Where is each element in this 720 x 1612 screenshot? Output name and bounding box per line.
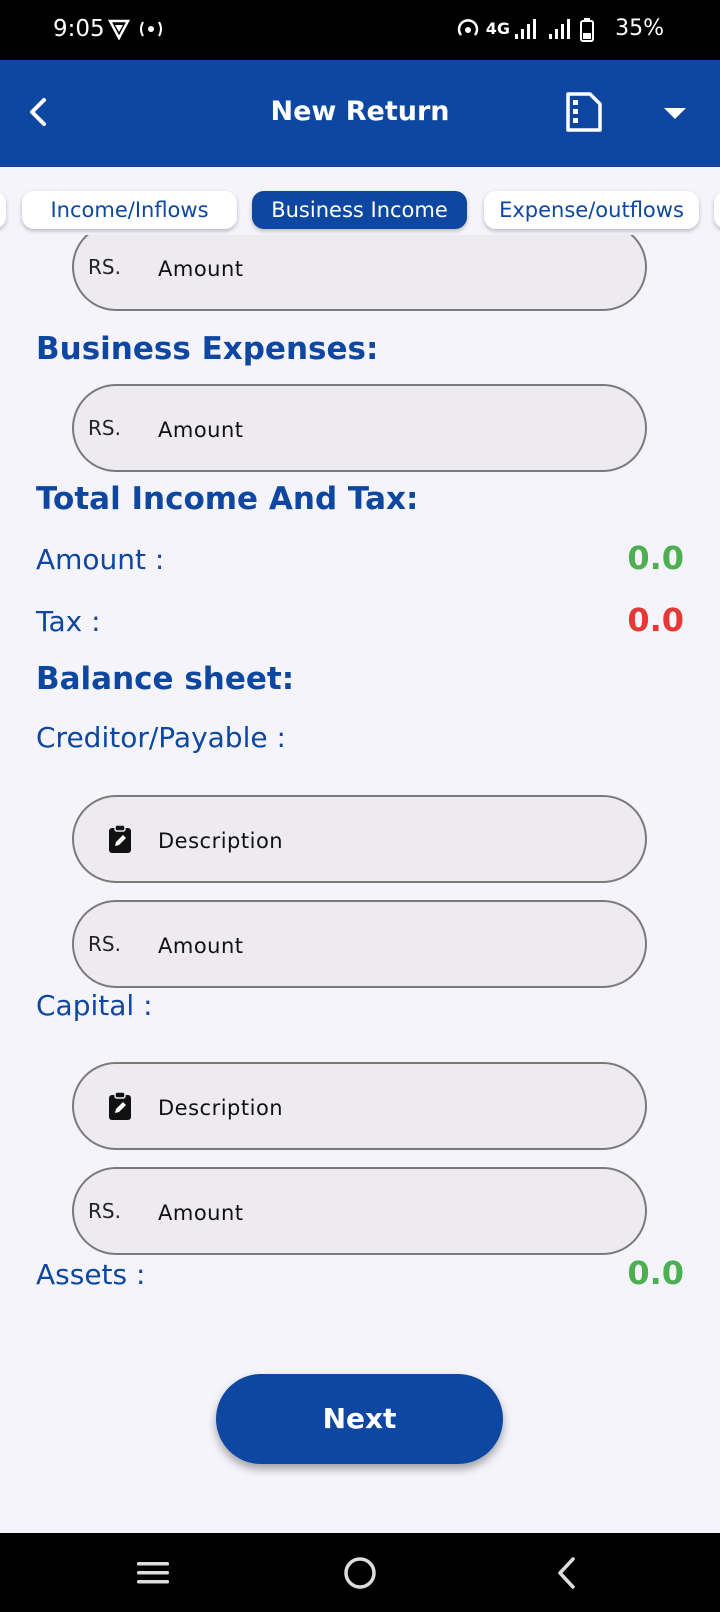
tab-partial-left[interactable] xyxy=(0,191,6,229)
battery-icon xyxy=(580,18,594,42)
tax-value: 0.0 xyxy=(627,601,684,639)
tab-business-income[interactable]: Business Income xyxy=(252,191,467,229)
amount-input[interactable]: Amount xyxy=(158,418,244,442)
amount-input[interactable]: Amount xyxy=(158,934,244,958)
document-icon[interactable] xyxy=(564,90,604,134)
back-nav-icon[interactable] xyxy=(546,1551,590,1595)
signal-icon xyxy=(515,19,536,39)
total-amount-label: Amount : xyxy=(36,543,165,576)
clipboard-edit-icon xyxy=(109,1091,131,1120)
next-button[interactable]: Next xyxy=(216,1374,503,1464)
dropdown-arrow-icon[interactable] xyxy=(660,98,690,128)
currency-prefix: RS. xyxy=(88,932,121,956)
system-nav-bar xyxy=(0,1533,720,1612)
creditor-payable-label: Creditor/Payable : xyxy=(36,721,286,754)
battery-percent: 35% xyxy=(615,16,664,41)
recent-apps-icon[interactable] xyxy=(131,1551,175,1595)
description-input[interactable]: Description xyxy=(158,829,283,853)
creditor-description-field[interactable]: Description xyxy=(72,795,647,883)
tab-expense-outflows[interactable]: Expense/outflows xyxy=(484,191,699,229)
capital-amount-field[interactable]: RS. Amount xyxy=(72,1167,647,1255)
tax-label: Tax : xyxy=(36,605,101,638)
home-icon[interactable] xyxy=(338,1551,382,1595)
status-bar: 9:05 4G 35% xyxy=(0,0,720,60)
tab-bar: Income/Inflows Business Income Expense/o… xyxy=(0,167,720,235)
form-content[interactable]: RS. Amount Business Expenses: RS. Amount… xyxy=(0,235,720,1533)
business-income-amount-field[interactable]: RS. Amount xyxy=(72,235,647,311)
business-expenses-amount-field[interactable]: RS. Amount xyxy=(72,384,647,472)
capital-description-field[interactable]: Description xyxy=(72,1062,647,1150)
total-amount-value: 0.0 xyxy=(627,539,684,577)
business-expenses-heading: Business Expenses: xyxy=(36,331,379,367)
tab-partial-right[interactable] xyxy=(714,191,720,229)
amount-input[interactable]: Amount xyxy=(158,1201,244,1225)
page-title: New Return xyxy=(270,96,450,127)
assets-label: Assets : xyxy=(36,1258,146,1291)
vpn-icon xyxy=(108,19,130,40)
hotspot-signal-icon xyxy=(140,21,162,37)
total-income-tax-heading: Total Income And Tax: xyxy=(36,481,419,517)
app-bar: New Return xyxy=(0,60,720,167)
currency-prefix: RS. xyxy=(88,416,121,440)
description-input[interactable]: Description xyxy=(158,1096,283,1120)
amount-input[interactable]: Amount xyxy=(158,257,244,281)
status-time: 9:05 xyxy=(53,16,105,42)
capital-label: Capital : xyxy=(36,989,153,1022)
network-type: 4G xyxy=(485,19,510,38)
tab-income-inflows[interactable]: Income/Inflows xyxy=(22,191,237,229)
clipboard-edit-icon xyxy=(109,824,131,853)
signal-icon-2 xyxy=(549,19,570,39)
balance-sheet-heading: Balance sheet: xyxy=(36,661,295,697)
hotspot-icon xyxy=(457,19,479,36)
currency-prefix: RS. xyxy=(88,1199,121,1223)
assets-value: 0.0 xyxy=(627,1254,684,1292)
currency-prefix: RS. xyxy=(88,255,121,279)
creditor-amount-field[interactable]: RS. Amount xyxy=(72,900,647,988)
